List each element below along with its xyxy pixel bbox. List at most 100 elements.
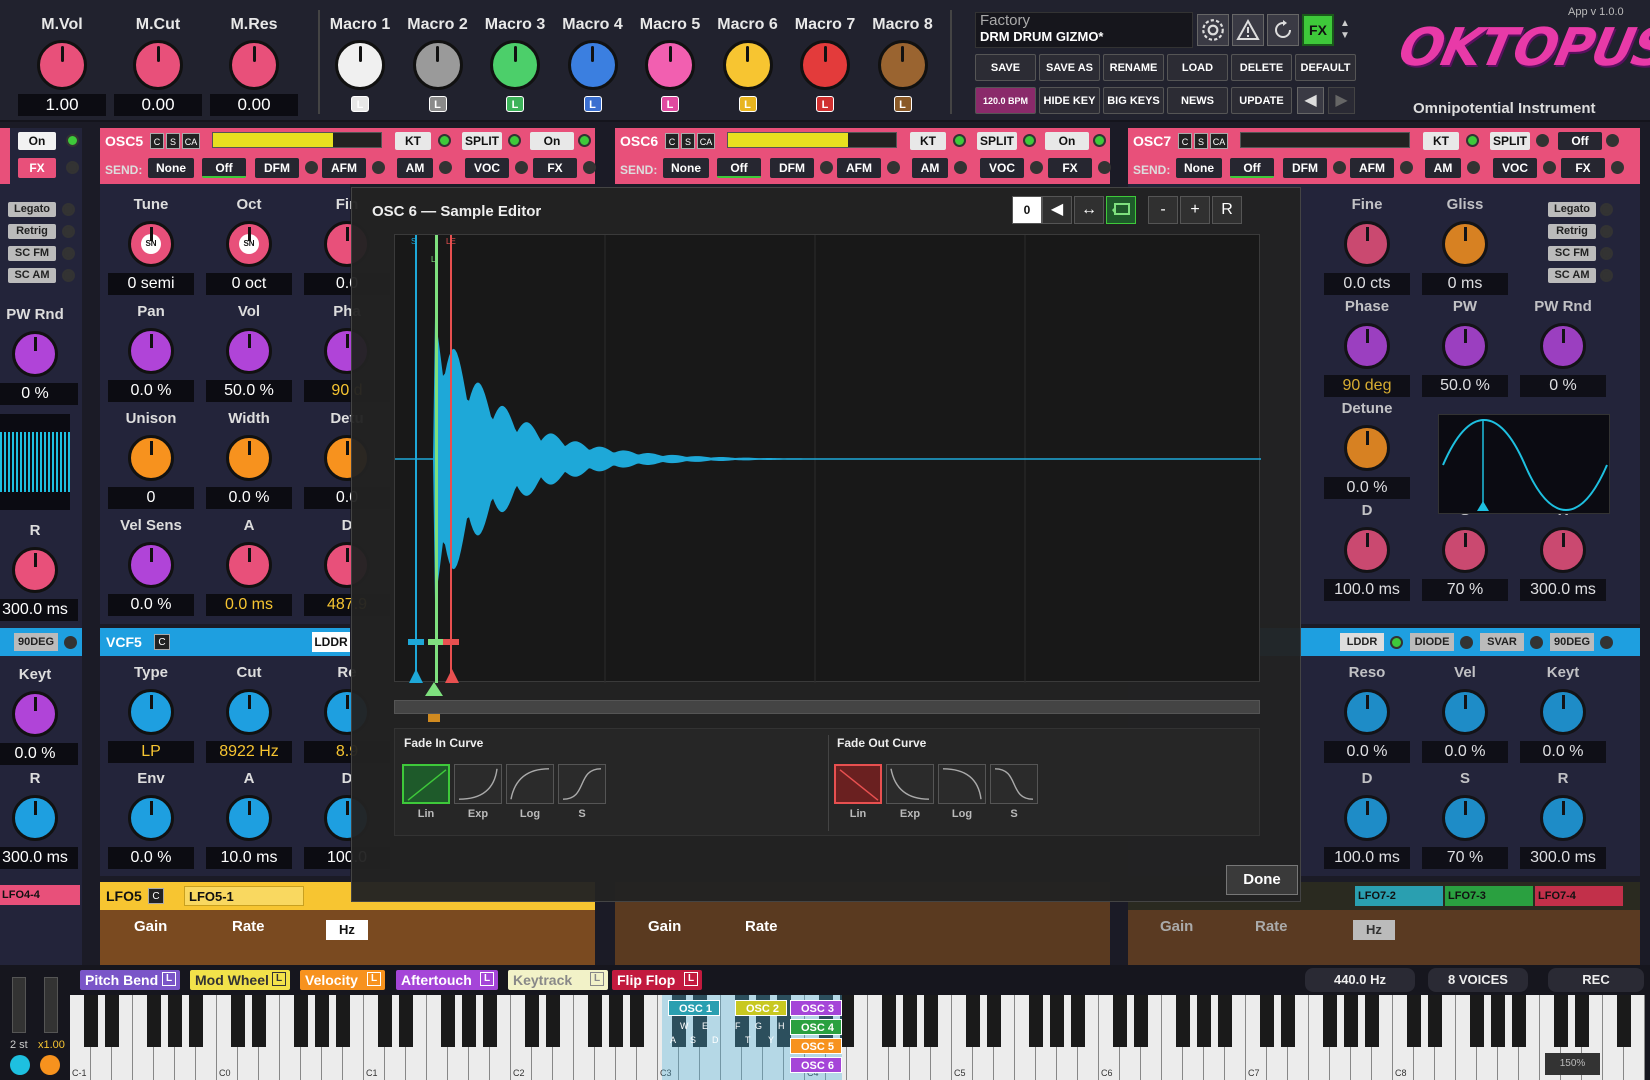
knob-value[interactable]: 300.0 ms <box>0 599 78 621</box>
osc-range-tag-3[interactable]: OSC 3 <box>790 1000 842 1016</box>
vcf7-knob-3[interactable]: D 100.0 ms <box>1320 770 1414 869</box>
osc5-afm-button[interactable]: AFM <box>322 158 366 178</box>
utility-btn-3[interactable]: NEWS <box>1167 87 1228 114</box>
osc7-side-3[interactable]: SC AM <box>1548 268 1596 283</box>
osc4-side-1[interactable]: Retrig <box>8 224 56 239</box>
knob[interactable] <box>128 542 174 588</box>
knob[interactable] <box>12 795 58 841</box>
osc5-send-off[interactable]: Off <box>202 158 246 178</box>
fade-in-lin-option[interactable] <box>402 764 450 804</box>
black-key[interactable] <box>1175 995 1191 1047</box>
knob-value[interactable]: 0 % <box>1520 375 1606 397</box>
osc7-kt-button[interactable]: KT <box>1423 132 1459 150</box>
osc7-dfm-button[interactable]: DFM <box>1283 158 1327 178</box>
osc4-state-button[interactable]: On <box>18 132 56 150</box>
mod-source-pitch-bend[interactable]: Pitch Bend L <box>80 970 180 990</box>
osc4-side-led-2[interactable] <box>62 247 75 260</box>
osc7-side-led-1[interactable] <box>1600 225 1613 238</box>
utility-btn-2[interactable]: BIG KEYS <box>1103 87 1164 114</box>
knob[interactable] <box>1540 689 1586 735</box>
osc7-knob-fine[interactable]: Fine 0.0 cts <box>1320 196 1414 295</box>
preset-display[interactable]: Factory DRM DRUM GIZMO* <box>975 12 1193 48</box>
piano-keyboard[interactable]: C-1C0C1C2C3C4C5C6C7C8 <box>70 995 1645 1080</box>
osc6-ca-button[interactable]: CA <box>697 133 715 149</box>
osc5-fx-led[interactable] <box>583 161 596 174</box>
black-key[interactable] <box>629 995 645 1047</box>
osc6-am-button[interactable]: AM <box>912 158 948 178</box>
macro-knob[interactable] <box>800 40 850 90</box>
osc5-knob-vel-sens[interactable]: Vel Sens 0.0 % <box>104 517 198 616</box>
start-marker[interactable] <box>415 235 417 683</box>
osc6-dfm-button[interactable]: DFM <box>770 158 814 178</box>
vcf7-mode-svar[interactable]: SVAR <box>1480 633 1524 651</box>
black-key[interactable] <box>1343 995 1359 1047</box>
master-knob-0[interactable]: M.Vol 1.00 <box>14 16 110 116</box>
vcf5-mode-button[interactable]: LDDR <box>312 632 350 652</box>
knob-value[interactable]: 0 semi <box>108 273 194 295</box>
black-key[interactable] <box>83 995 99 1047</box>
vcf4-deg-button[interactable]: 90DEG <box>14 633 58 651</box>
knob-value[interactable]: 100.0 ms <box>1324 847 1410 869</box>
vcf5-knob-1[interactable]: Cut 8922 Hz <box>202 664 296 763</box>
osc5-knob-vol[interactable]: Vol 50.0 % <box>202 303 296 402</box>
knob[interactable] <box>1344 527 1390 573</box>
macro-learn-button[interactable]: L <box>816 96 834 112</box>
black-key[interactable] <box>314 995 330 1047</box>
osc7-knob-pw[interactable]: PW 50.0 % <box>1418 298 1512 397</box>
macro-learn-button[interactable]: L <box>661 96 679 112</box>
osc7-afm-button[interactable]: AFM <box>1350 158 1394 178</box>
osc7-voc-led[interactable] <box>1543 161 1556 174</box>
vcf7-knob-1[interactable]: Vel 0.0 % <box>1418 664 1512 763</box>
macro-learn-button[interactable]: L <box>738 96 757 112</box>
osc6-fx-button[interactable]: FX <box>1048 158 1092 178</box>
osc5-send-none[interactable]: None <box>148 158 194 178</box>
knob[interactable] <box>226 689 272 735</box>
osc7-side-led-3[interactable] <box>1600 269 1613 282</box>
black-key[interactable] <box>1616 995 1632 1047</box>
scroll-left-button[interactable]: ◀ <box>1042 196 1072 224</box>
macro-learn-button[interactable]: L <box>506 96 524 112</box>
osc5-knob-a[interactable]: A 0.0 ms <box>202 517 296 616</box>
vcf7-knob-2[interactable]: Keyt 0.0 % <box>1516 664 1610 763</box>
pitch-range-knob[interactable] <box>10 1055 30 1075</box>
macro-knob[interactable] <box>412 40 463 90</box>
osc5-split-button[interactable]: SPLIT <box>462 132 502 150</box>
black-key[interactable] <box>986 995 1002 1047</box>
master-knob-1[interactable]: M.Cut 0.00 <box>110 16 206 116</box>
vcf7-mode-led-3[interactable] <box>1600 636 1613 649</box>
osc7-am-led[interactable] <box>1467 161 1480 174</box>
osc-range-tag-6[interactable]: OSC 6 <box>790 1057 842 1073</box>
knob-value[interactable]: 0.00 <box>210 94 298 116</box>
osc5-knob-unison[interactable]: Unison 0 <box>104 410 198 509</box>
black-key[interactable] <box>1553 995 1569 1047</box>
osc6-kt-led[interactable] <box>953 134 966 147</box>
black-key[interactable] <box>965 995 981 1047</box>
osc6-state-led[interactable] <box>1093 134 1106 147</box>
macro-7[interactable]: Macro 7 L <box>785 16 865 112</box>
osc6-split-button[interactable]: SPLIT <box>977 132 1017 150</box>
osc6-afm-button[interactable]: AFM <box>837 158 881 178</box>
knob[interactable] <box>1442 323 1488 369</box>
black-key[interactable] <box>1490 995 1506 1047</box>
vcf7-mode-led-0[interactable] <box>1390 636 1403 649</box>
knob[interactable] <box>1540 323 1586 369</box>
osc6-voc-button[interactable]: VOC <box>980 158 1024 178</box>
vcf7-mode-led-1[interactable] <box>1460 636 1473 649</box>
osc7-knob-r[interactable]: R300.0 ms <box>1516 502 1610 601</box>
knob-value[interactable]: 0.0 % <box>0 743 78 765</box>
osc5-dfm-button[interactable]: DFM <box>255 158 299 178</box>
preset-btn-save[interactable]: SAVE <box>975 54 1036 81</box>
osc4-r-knob[interactable]: R 300.0 ms <box>0 522 82 621</box>
mod-source-velocity[interactable]: Velocity L <box>300 970 385 990</box>
fade-out-log-option[interactable] <box>938 764 986 804</box>
knob-value[interactable]: 0 oct <box>206 273 292 295</box>
start-handle[interactable] <box>408 639 424 645</box>
lfo5-hz-button[interactable]: Hz <box>326 920 368 940</box>
knob[interactable]: SN <box>226 221 272 267</box>
osc4-fx-led[interactable] <box>66 161 79 174</box>
osc7-ca-button[interactable]: CA <box>1210 133 1228 149</box>
osc7-dfm-led[interactable] <box>1333 161 1346 174</box>
osc5-am-led[interactable] <box>439 161 452 174</box>
zoom-out-button[interactable]: - <box>1148 196 1178 224</box>
knob[interactable] <box>1442 527 1488 573</box>
